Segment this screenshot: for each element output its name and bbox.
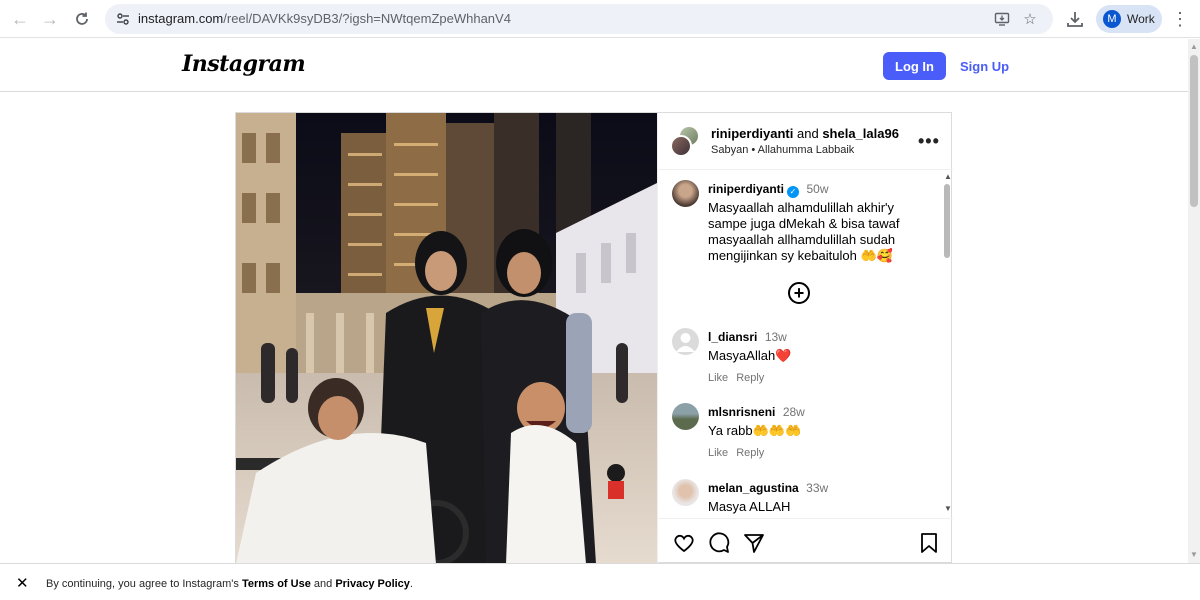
profile-chip[interactable]: M Work [1096,5,1162,33]
browser-toolbar: ← → instagram.com/reel/DAVKk9syDB3/?igsh… [0,0,1200,38]
share-icon[interactable] [742,531,766,555]
instagram-header: Instagram Log In Sign Up [0,39,1188,92]
comment-text: Ya rabb🤲🤲🤲 [708,423,802,438]
reel-video[interactable] [236,113,657,564]
author-link-2[interactable]: shela_lala96 [822,126,899,141]
install-app-icon[interactable] [993,10,1011,28]
more-options-icon[interactable]: ••• [918,131,940,152]
comment-time: 33w [806,481,829,495]
comment-time: 28w [782,405,805,419]
reload-icon[interactable] [70,7,94,31]
cookie-notice: ✕ By continuing, you agree to Instagram'… [0,563,1200,600]
url-text: instagram.com/reel/DAVKk9syDB3/?igsh=NWt… [138,11,511,26]
close-icon[interactable]: ✕ [16,574,29,592]
scroll-down-icon[interactable]: ▼ [1190,551,1198,559]
back-icon[interactable]: ← [8,7,32,31]
comment-time: 50w [806,182,829,196]
login-button[interactable]: Log In [883,52,946,80]
load-more-comments-icon[interactable]: + [788,282,810,304]
comment-icon[interactable] [707,531,731,555]
avatar [670,135,692,157]
site-info-icon[interactable] [115,11,131,27]
page-scrollbar[interactable]: ▲ ▼ [1188,39,1200,563]
signup-link[interactable]: Sign Up [960,59,1009,74]
author-link-1[interactable]: riniperdiyanti [711,126,793,141]
cookie-suffix: . [409,578,413,590]
comment-text: MasyaAllah❤️ [708,348,792,363]
reel-post: riniperdiyanti and shela_lala96 Sabyan •… [235,112,953,564]
profile-avatar: M [1103,10,1121,28]
cookie-and: and [313,578,333,590]
scroll-up-icon[interactable]: ▲ [1190,43,1198,51]
cookie-prefix: By continuing, you agree to Instagram's [46,578,239,590]
save-bookmark-icon[interactable] [917,531,941,555]
avatar[interactable] [672,403,699,430]
forward-icon[interactable]: → [38,7,62,31]
verified-badge-icon: ✓ [787,186,800,198]
reply-button[interactable]: Reply [736,372,764,384]
audio-link[interactable]: Sabyan • Allahumma Labbaik [711,144,854,156]
terms-of-use-link[interactable]: Terms of Use [242,578,311,590]
avatar[interactable] [672,180,699,207]
reply-button[interactable]: Reply [736,447,764,459]
comment-username[interactable]: l_diansri [708,330,757,344]
browser-menu-icon[interactable]: ⋮ [1170,7,1190,31]
comment-time: 13w [764,330,787,344]
caption-text: Masyaallah alhamdulillah akhir'y sampe j… [708,200,900,263]
address-bar[interactable]: instagram.com/reel/DAVKk9syDB3/?igsh=NWt… [105,4,1053,34]
like-comment-button[interactable]: Like [708,447,728,459]
comment-text: Masya ALLAH [708,499,791,514]
cookie-message: By continuing, you agree to Instagram's … [46,578,413,590]
post-authors: riniperdiyanti and shela_lala96 [711,126,899,141]
comments-panel[interactable]: riniperdiyanti ✓ 50w Masyaallah alhamduli… [658,170,953,518]
comments-scrollbar-thumb[interactable] [944,184,950,258]
like-comment-button[interactable]: Like [708,372,728,384]
reel-photo-image [236,113,657,564]
page-scrollbar-thumb[interactable] [1190,55,1198,207]
post-actions [658,518,953,564]
comment-username[interactable]: melan_agustina [708,481,799,495]
comments-scrollbar[interactable]: ▲ ▼ [941,170,953,518]
post-sidebar: riniperdiyanti and shela_lala96 Sabyan •… [657,113,953,564]
and-text: and [796,126,819,141]
instagram-logo[interactable]: Instagram [182,51,306,77]
privacy-policy-link[interactable]: Privacy Policy [335,578,410,590]
comment-username[interactable]: mlsnrisneni [708,405,775,419]
download-icon[interactable] [1063,7,1087,31]
post-header: riniperdiyanti and shela_lala96 Sabyan •… [658,113,953,170]
profile-label: Work [1127,12,1155,26]
avatar[interactable] [672,479,699,506]
scroll-up-icon[interactable]: ▲ [944,172,952,181]
scroll-down-icon[interactable]: ▼ [944,504,952,513]
avatar[interactable] [672,328,699,355]
bookmark-star-icon[interactable]: ☆ [1021,10,1039,28]
collab-avatars[interactable] [670,125,700,157]
comment-username[interactable]: riniperdiyanti [708,182,784,196]
heart-icon[interactable] [672,531,696,555]
